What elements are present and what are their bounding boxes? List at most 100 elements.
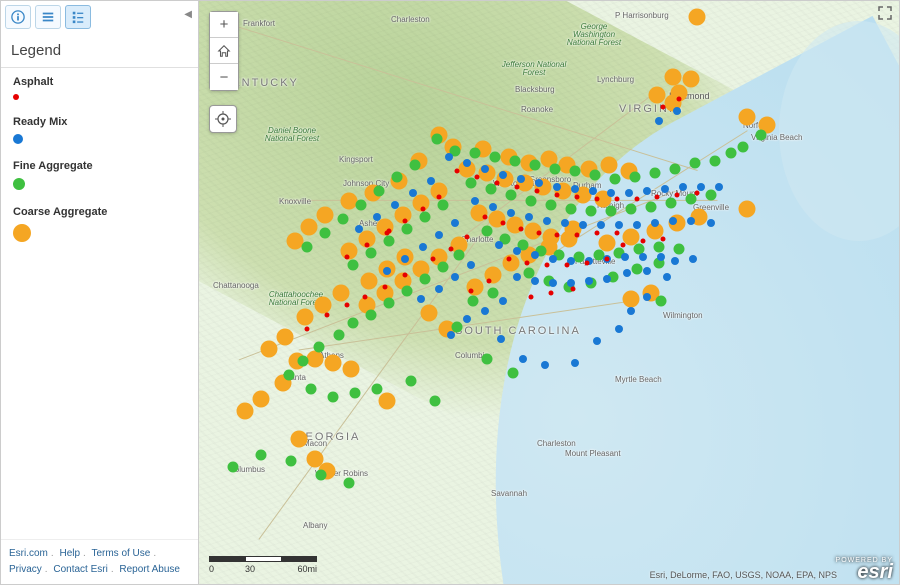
point-readymix[interactable] xyxy=(571,359,579,367)
point-fineagg[interactable] xyxy=(406,376,417,387)
zoom-in-button[interactable]: + xyxy=(210,12,238,38)
point-fineagg[interactable] xyxy=(392,172,403,183)
point-fineagg[interactable] xyxy=(372,384,383,395)
point-coarseagg[interactable] xyxy=(379,393,396,410)
point-asphalt[interactable] xyxy=(605,257,610,262)
point-asphalt[interactable] xyxy=(437,195,442,200)
point-readymix[interactable] xyxy=(707,219,715,227)
point-readymix[interactable] xyxy=(467,261,475,269)
point-readymix[interactable] xyxy=(419,243,427,251)
point-coarseagg[interactable] xyxy=(683,71,700,88)
point-asphalt[interactable] xyxy=(595,197,600,202)
point-fineagg[interactable] xyxy=(384,298,395,309)
point-asphalt[interactable] xyxy=(363,295,368,300)
point-asphalt[interactable] xyxy=(615,231,620,236)
point-asphalt[interactable] xyxy=(621,243,626,248)
point-readymix[interactable] xyxy=(669,217,677,225)
point-fineagg[interactable] xyxy=(656,296,667,307)
point-asphalt[interactable] xyxy=(575,233,580,238)
point-readymix[interactable] xyxy=(549,255,557,263)
point-asphalt[interactable] xyxy=(549,291,554,296)
point-coarseagg[interactable] xyxy=(277,329,294,346)
point-fineagg[interactable] xyxy=(570,166,581,177)
point-asphalt[interactable] xyxy=(555,233,560,238)
point-asphalt[interactable] xyxy=(431,257,436,262)
point-readymix[interactable] xyxy=(625,189,633,197)
point-fineagg[interactable] xyxy=(350,388,361,399)
point-asphalt[interactable] xyxy=(677,97,682,102)
point-fineagg[interactable] xyxy=(550,164,561,175)
point-coarseagg[interactable] xyxy=(689,9,706,26)
point-fineagg[interactable] xyxy=(306,384,317,395)
point-fineagg[interactable] xyxy=(738,142,749,153)
home-button[interactable] xyxy=(210,38,238,64)
point-readymix[interactable] xyxy=(495,241,503,249)
point-asphalt[interactable] xyxy=(495,181,500,186)
point-readymix[interactable] xyxy=(597,221,605,229)
point-asphalt[interactable] xyxy=(465,235,470,240)
point-fineagg[interactable] xyxy=(402,224,413,235)
point-asphalt[interactable] xyxy=(661,105,666,110)
point-coarseagg[interactable] xyxy=(623,291,640,308)
point-readymix[interactable] xyxy=(643,187,651,195)
point-fineagg[interactable] xyxy=(526,196,537,207)
point-coarseagg[interactable] xyxy=(325,355,342,372)
point-fineagg[interactable] xyxy=(654,242,665,253)
point-fineagg[interactable] xyxy=(228,462,239,473)
point-asphalt[interactable] xyxy=(403,219,408,224)
point-readymix[interactable] xyxy=(355,225,363,233)
point-readymix[interactable] xyxy=(663,273,671,281)
point-asphalt[interactable] xyxy=(487,279,492,284)
point-asphalt[interactable] xyxy=(555,193,560,198)
point-coarseagg[interactable] xyxy=(301,219,318,236)
point-asphalt[interactable] xyxy=(507,257,512,262)
point-asphalt[interactable] xyxy=(615,197,620,202)
point-fineagg[interactable] xyxy=(402,286,413,297)
point-asphalt[interactable] xyxy=(661,237,666,242)
point-asphalt[interactable] xyxy=(515,185,520,190)
point-fineagg[interactable] xyxy=(366,248,377,259)
point-fineagg[interactable] xyxy=(356,200,367,211)
point-asphalt[interactable] xyxy=(525,261,530,266)
point-asphalt[interactable] xyxy=(365,243,370,248)
collapse-sidebar[interactable]: ◀ xyxy=(184,9,192,20)
point-fineagg[interactable] xyxy=(690,158,701,169)
point-readymix[interactable] xyxy=(687,217,695,225)
point-fineagg[interactable] xyxy=(610,174,621,185)
zoom-out-button[interactable]: − xyxy=(210,64,238,90)
point-readymix[interactable] xyxy=(651,219,659,227)
point-readymix[interactable] xyxy=(715,183,723,191)
point-coarseagg[interactable] xyxy=(665,69,682,86)
point-readymix[interactable] xyxy=(373,213,381,221)
point-fineagg[interactable] xyxy=(420,274,431,285)
point-coarseagg[interactable] xyxy=(343,361,360,378)
point-readymix[interactable] xyxy=(603,275,611,283)
point-fineagg[interactable] xyxy=(650,168,661,179)
point-fineagg[interactable] xyxy=(420,212,431,223)
point-fineagg[interactable] xyxy=(328,392,339,403)
point-readymix[interactable] xyxy=(639,253,647,261)
point-readymix[interactable] xyxy=(417,295,425,303)
point-readymix[interactable] xyxy=(689,255,697,263)
point-readymix[interactable] xyxy=(633,221,641,229)
point-asphalt[interactable] xyxy=(695,191,700,196)
point-readymix[interactable] xyxy=(571,185,579,193)
point-readymix[interactable] xyxy=(643,293,651,301)
point-readymix[interactable] xyxy=(535,179,543,187)
point-asphalt[interactable] xyxy=(403,273,408,278)
point-readymix[interactable] xyxy=(621,253,629,261)
point-readymix[interactable] xyxy=(383,267,391,275)
point-fineagg[interactable] xyxy=(348,260,359,271)
point-fineagg[interactable] xyxy=(586,206,597,217)
point-readymix[interactable] xyxy=(585,277,593,285)
point-asphalt[interactable] xyxy=(387,229,392,234)
point-fineagg[interactable] xyxy=(710,156,721,167)
point-coarseagg[interactable] xyxy=(421,305,438,322)
point-fineagg[interactable] xyxy=(510,156,521,167)
point-asphalt[interactable] xyxy=(305,327,310,332)
point-readymix[interactable] xyxy=(427,177,435,185)
point-asphalt[interactable] xyxy=(469,289,474,294)
point-fineagg[interactable] xyxy=(468,296,479,307)
point-readymix[interactable] xyxy=(391,201,399,209)
point-readymix[interactable] xyxy=(589,187,597,195)
